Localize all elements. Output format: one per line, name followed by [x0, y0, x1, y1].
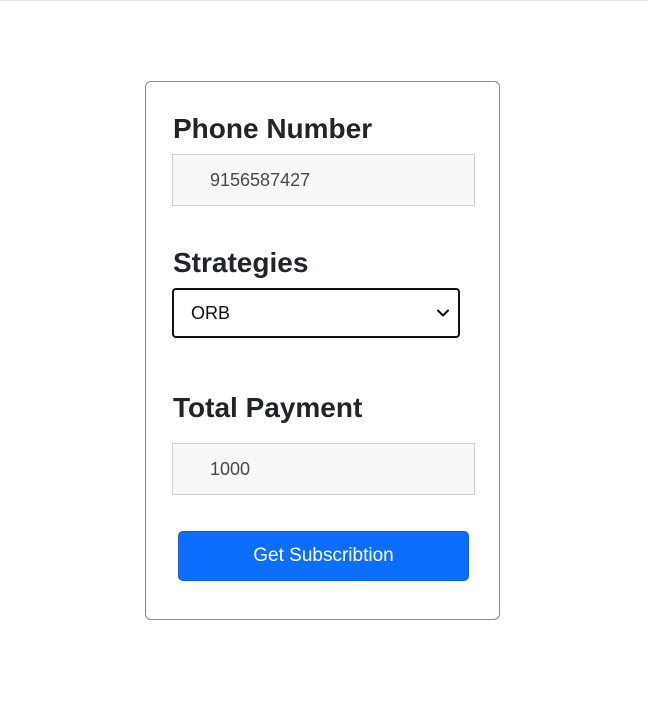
- subscription-form-card: Phone Number 9156587427 Strategies ORB T…: [145, 81, 500, 620]
- top-divider: [0, 0, 648, 1]
- get-subscription-button[interactable]: Get Subscribtion: [178, 531, 469, 581]
- chevron-down-icon: [437, 309, 449, 317]
- strategies-select[interactable]: ORB: [172, 288, 460, 338]
- strategies-label: Strategies: [173, 247, 309, 278]
- phone-number-field[interactable]: 9156587427: [172, 154, 475, 206]
- total-payment-label: Total Payment: [173, 392, 363, 423]
- phone-number-label: Phone Number: [173, 113, 373, 144]
- strategies-selected-value: ORB: [191, 303, 231, 323]
- total-payment-field[interactable]: 1000: [172, 443, 475, 495]
